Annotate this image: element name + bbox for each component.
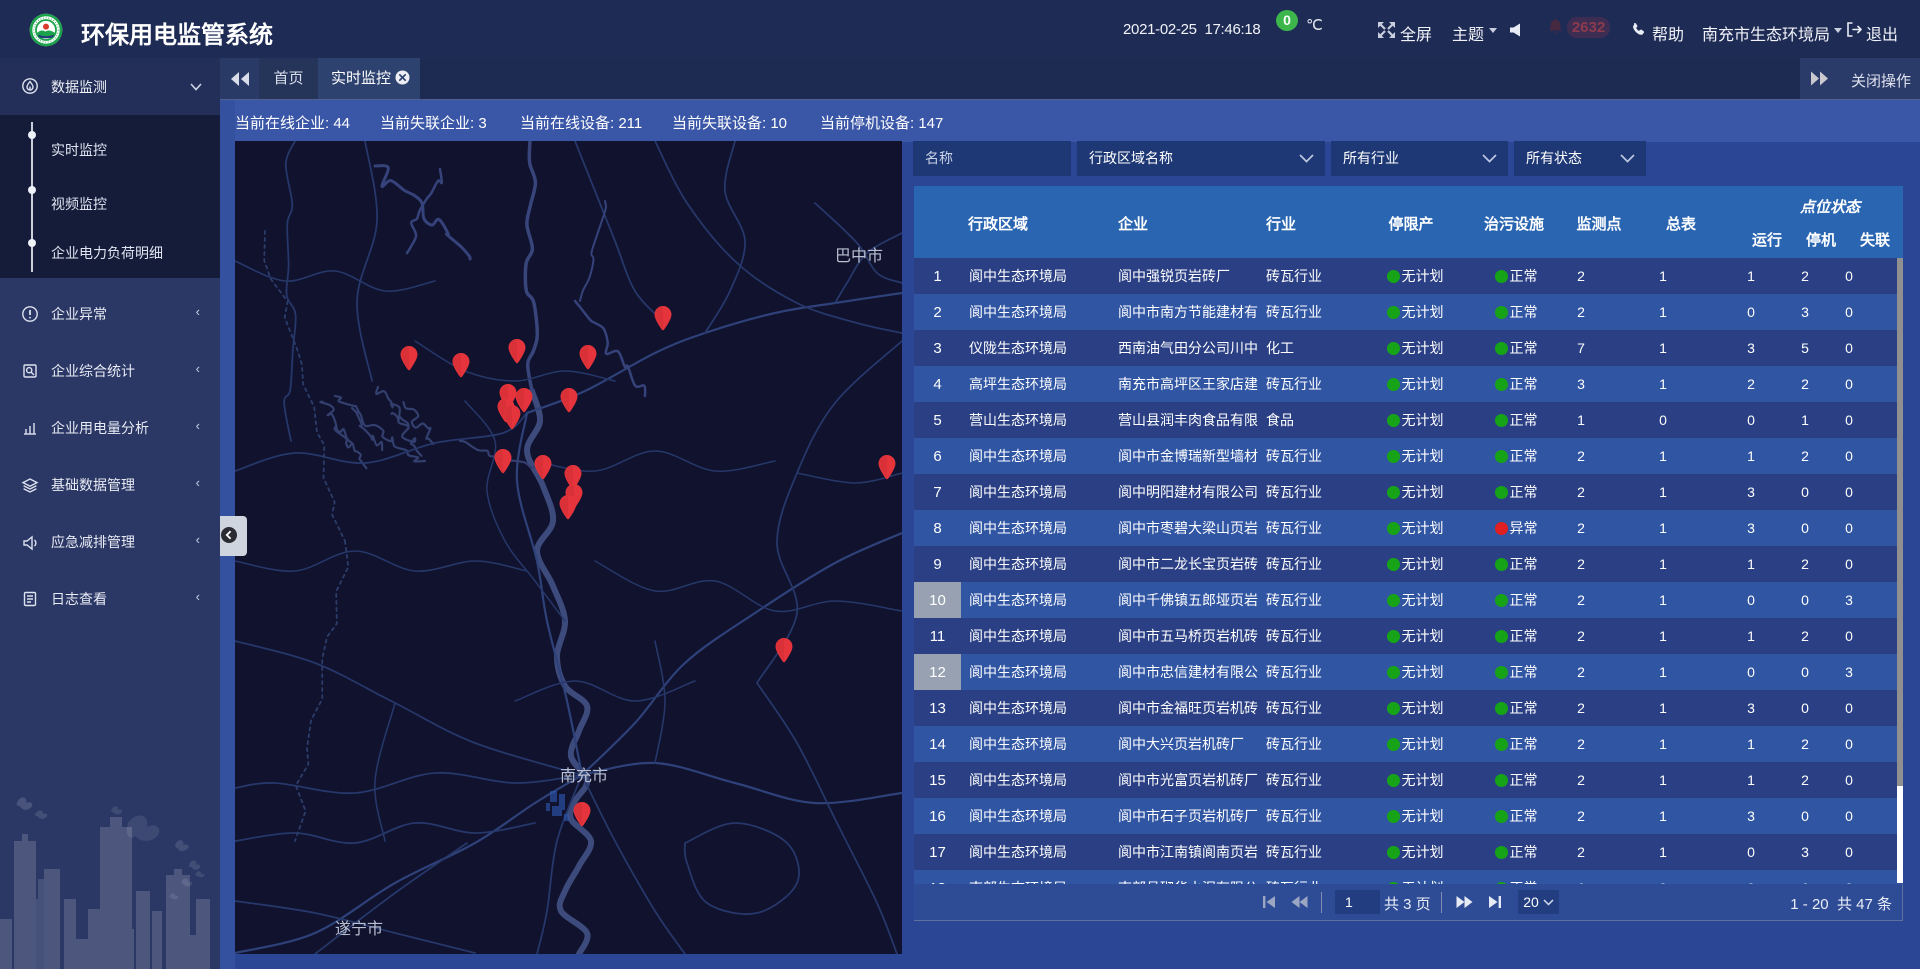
svg-text:巴中市: 巴中市 bbox=[835, 247, 883, 265]
svg-text:南充市: 南充市 bbox=[560, 767, 608, 785]
svg-text:遂宁市: 遂宁市 bbox=[335, 920, 383, 938]
